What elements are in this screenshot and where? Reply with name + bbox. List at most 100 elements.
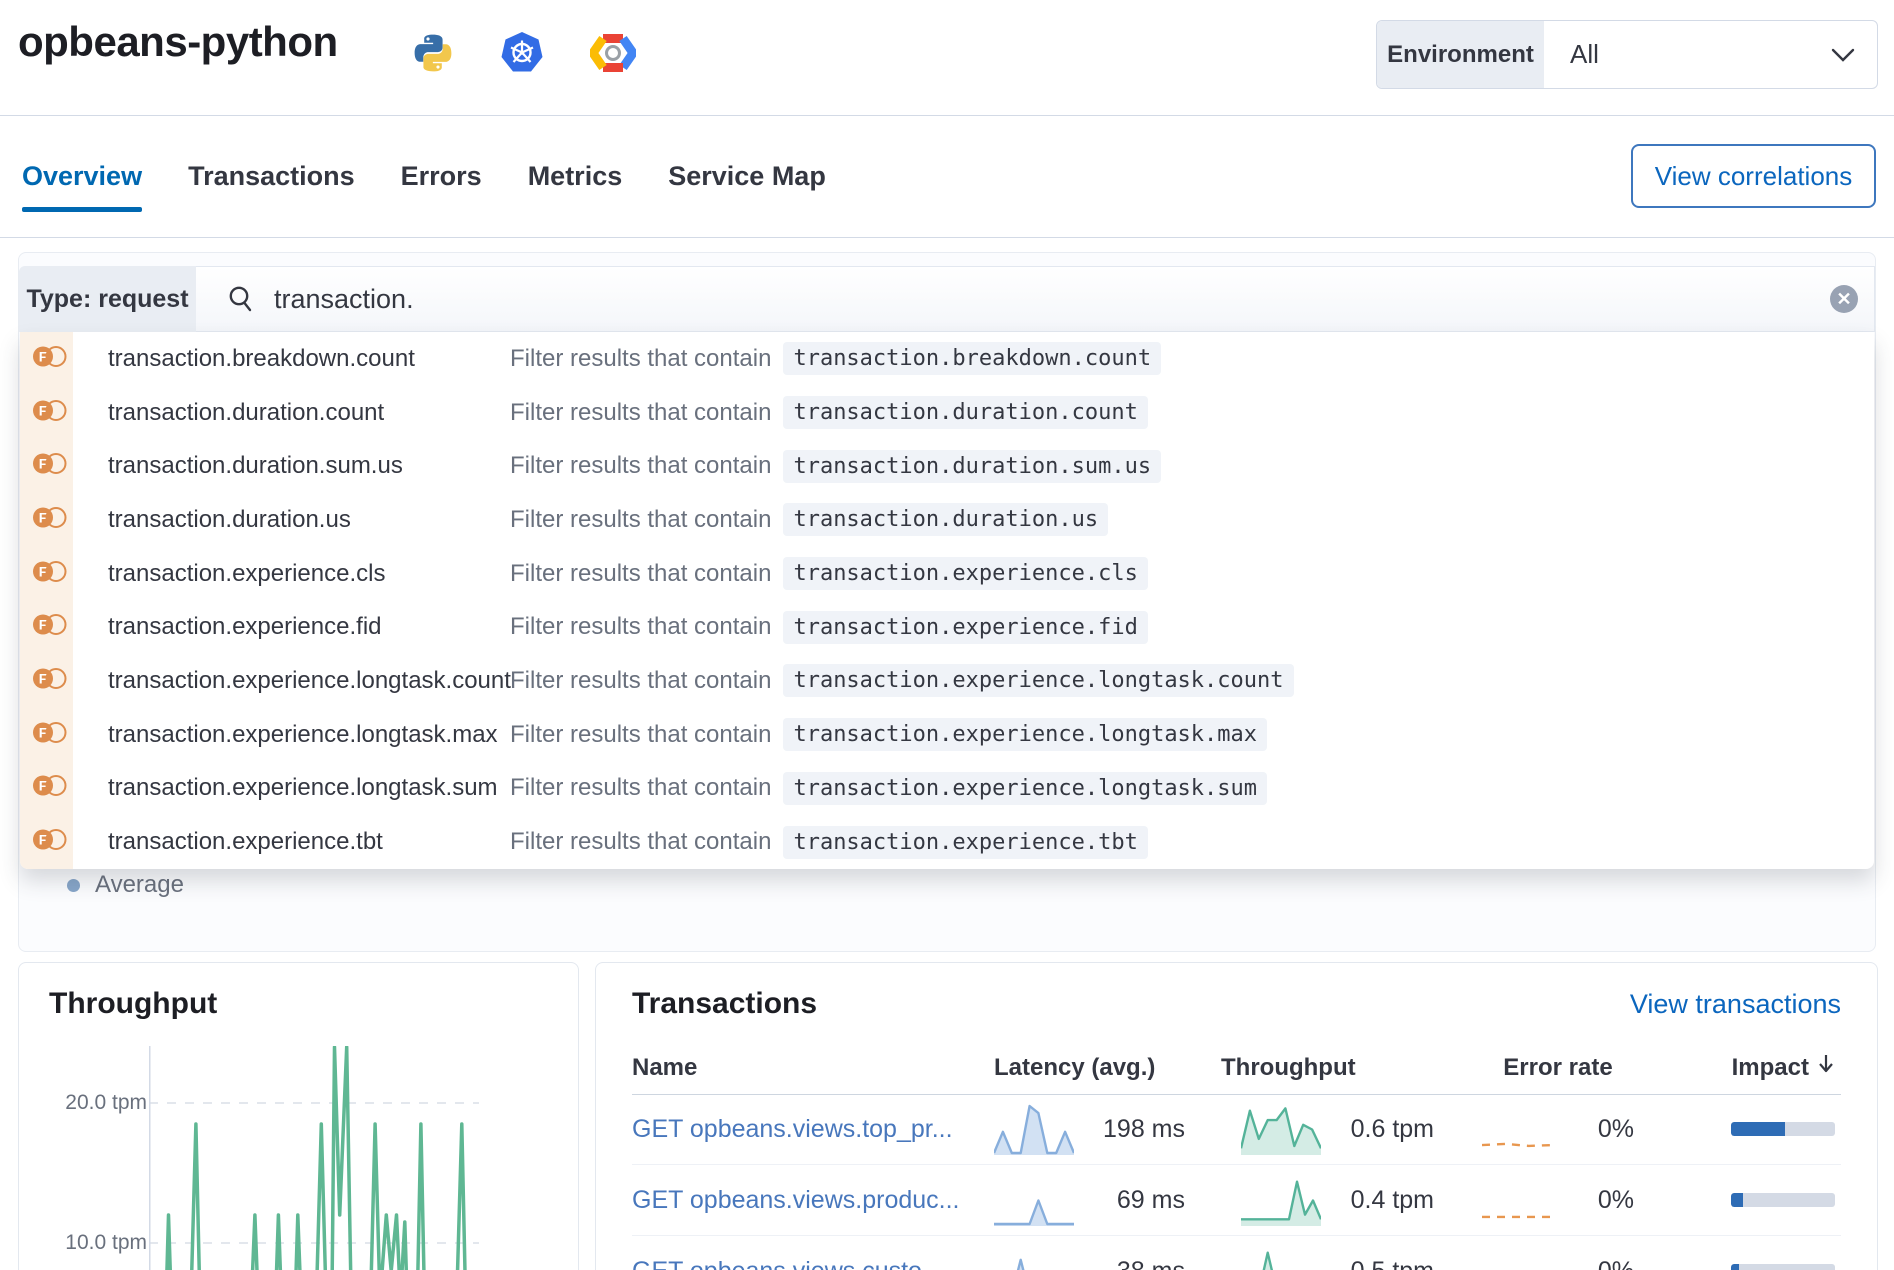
table-row: GET opbeans.views.custo... 38 ms 0.5 tpm… <box>632 1236 1841 1270</box>
suggestion-field-name: transaction.experience.fid <box>108 613 382 641</box>
table-row: GET opbeans.views.top_pr... 198 ms 0.6 t… <box>632 1094 1841 1165</box>
python-icon <box>412 32 454 74</box>
tab-errors[interactable]: Errors <box>401 156 482 196</box>
throughput-value: 0.5 tpm <box>1339 1257 1434 1270</box>
tab-overview[interactable]: Overview <box>22 156 142 196</box>
average-legend-label: Average <box>95 871 184 899</box>
suggestion-field-code: transaction.experience.tbt <box>783 826 1147 859</box>
suggestion-field-name: transaction.breakdown.count <box>108 345 415 373</box>
error-rate-value: 0% <box>1574 1115 1634 1144</box>
field-icon: F <box>32 828 68 857</box>
suggestion-description: Filter results that contain <box>510 452 771 480</box>
throughput-line-chart <box>149 1046 511 1270</box>
suggestion-field-code: transaction.duration.us <box>783 503 1108 536</box>
suggestion-field-code: transaction.experience.fid <box>783 611 1147 644</box>
suggestion-option[interactable]: F transaction.duration.us Filter results… <box>20 493 1874 547</box>
column-header-error-rate[interactable]: Error rate <box>1458 1054 1658 1082</box>
apm-service-overview-page: opbeans-python <box>0 0 1894 1270</box>
clear-search-button[interactable]: ✕ <box>1830 285 1858 313</box>
y-axis-tick-20: 20.0 tpm <box>39 1091 147 1115</box>
impact-bar <box>1731 1193 1835 1207</box>
suggestion-field-code: transaction.experience.cls <box>783 557 1147 590</box>
column-header-throughput[interactable]: Throughput <box>1221 1054 1446 1082</box>
suggestion-option[interactable]: F transaction.duration.count Filter resu… <box>20 386 1874 440</box>
search-input[interactable]: transaction. ✕ <box>196 266 1875 332</box>
suggestion-field-code: transaction.experience.longtask.max <box>783 718 1267 751</box>
environment-select[interactable]: Environment All <box>1376 20 1878 89</box>
suggestion-field-name: transaction.experience.longtask.sum <box>108 774 498 802</box>
suggestion-option[interactable]: F transaction.experience.longtask.count … <box>20 654 1874 708</box>
type-filter-badge[interactable]: Type: request <box>19 266 196 332</box>
field-icon: F <box>32 452 68 481</box>
suggestion-description: Filter results that contain <box>510 560 771 588</box>
suggestion-option[interactable]: F transaction.experience.tbt Filter resu… <box>20 815 1874 869</box>
suggestion-option[interactable]: F transaction.experience.longtask.max Fi… <box>20 708 1874 762</box>
transactions-card: Transactions View transactions Name Late… <box>595 962 1878 1270</box>
kubernetes-icon <box>500 32 544 74</box>
error-rate-value: 0% <box>1574 1257 1634 1270</box>
service-tabs: Overview Transactions Errors Metrics Ser… <box>22 115 826 237</box>
error-rate-sparkline <box>1482 1107 1552 1151</box>
error-rate-sparkline <box>1482 1178 1552 1222</box>
field-icon: F <box>32 666 68 695</box>
column-header-impact[interactable]: Impact <box>1670 1053 1835 1082</box>
suggestion-option[interactable]: F transaction.breakdown.count Filter res… <box>20 332 1874 386</box>
throughput-value: 0.6 tpm <box>1339 1115 1434 1144</box>
table-row: GET opbeans.views.produc... 69 ms 0.4 tp… <box>632 1165 1841 1236</box>
suggestion-field-code: transaction.experience.longtask.sum <box>783 772 1267 805</box>
transactions-table-header: Name Latency (avg.) Throughput Error rat… <box>632 1041 1841 1095</box>
sort-descending-icon <box>1817 1053 1835 1082</box>
field-icon: F <box>32 505 68 534</box>
search-icon <box>226 284 256 314</box>
error-rate-sparkline <box>1482 1249 1552 1270</box>
tabs-divider <box>0 237 1894 238</box>
y-axis-tick-10: 10.0 tpm <box>39 1231 147 1255</box>
suggestion-option[interactable]: F transaction.duration.sum.us Filter res… <box>20 439 1874 493</box>
suggestion-field-name: transaction.experience.cls <box>108 560 385 588</box>
field-icon: F <box>32 613 68 642</box>
latency-sparkline <box>994 1245 1074 1270</box>
latency-value: 198 ms <box>1090 1115 1185 1144</box>
search-query-text: transaction. <box>274 284 414 315</box>
field-icon: F <box>32 720 68 749</box>
view-correlations-button[interactable]: View correlations <box>1631 144 1876 208</box>
suggestion-option[interactable]: F transaction.experience.cls Filter resu… <box>20 547 1874 601</box>
column-header-latency[interactable]: Latency (avg.) <box>994 1054 1209 1082</box>
tab-transactions[interactable]: Transactions <box>188 156 355 196</box>
latency-sparkline <box>994 1103 1074 1155</box>
transaction-name-link[interactable]: GET opbeans.views.custo... <box>632 1257 943 1270</box>
transaction-name-link[interactable]: GET opbeans.views.produc... <box>632 1186 960 1215</box>
column-header-name[interactable]: Name <box>632 1054 982 1082</box>
suggestion-description: Filter results that contain <box>510 721 771 749</box>
tab-service-map[interactable]: Service Map <box>668 156 826 196</box>
tab-metrics[interactable]: Metrics <box>528 156 623 196</box>
transactions-table-body: GET opbeans.views.top_pr... 198 ms 0.6 t… <box>632 1094 1841 1270</box>
suggestion-option[interactable]: F transaction.experience.longtask.sum Fi… <box>20 762 1874 816</box>
error-rate-value: 0% <box>1574 1186 1634 1215</box>
suggestion-field-name: transaction.duration.count <box>108 399 384 427</box>
suggestion-description: Filter results that contain <box>510 828 771 856</box>
suggestion-description: Filter results that contain <box>510 345 771 373</box>
suggestion-field-name: transaction.experience.tbt <box>108 828 383 856</box>
throughput-sparkline <box>1241 1174 1321 1226</box>
throughput-sparkline <box>1241 1103 1321 1155</box>
google-cloud-icon <box>590 32 636 74</box>
suggestion-field-name: transaction.experience.longtask.max <box>108 721 498 749</box>
suggestion-field-code: transaction.experience.longtask.count <box>783 664 1293 697</box>
view-transactions-link[interactable]: View transactions <box>1630 989 1841 1020</box>
impact-bar <box>1731 1122 1835 1136</box>
field-icon: F <box>32 774 68 803</box>
field-icon: F <box>32 559 68 588</box>
average-legend-dot <box>67 879 80 892</box>
page-title: opbeans-python <box>18 18 338 66</box>
suggestion-field-code: transaction.duration.count <box>783 396 1147 429</box>
throughput-sparkline <box>1241 1245 1321 1270</box>
suggestion-option[interactable]: F transaction.experience.fid Filter resu… <box>20 600 1874 654</box>
suggestion-field-code: transaction.duration.sum.us <box>783 450 1161 483</box>
field-icon: F <box>32 398 68 427</box>
suggestion-description: Filter results that contain <box>510 667 771 695</box>
chart-legend: Average <box>67 871 184 899</box>
suggestion-description: Filter results that contain <box>510 506 771 534</box>
service-agent-icons <box>412 32 636 74</box>
transaction-name-link[interactable]: GET opbeans.views.top_pr... <box>632 1115 953 1144</box>
